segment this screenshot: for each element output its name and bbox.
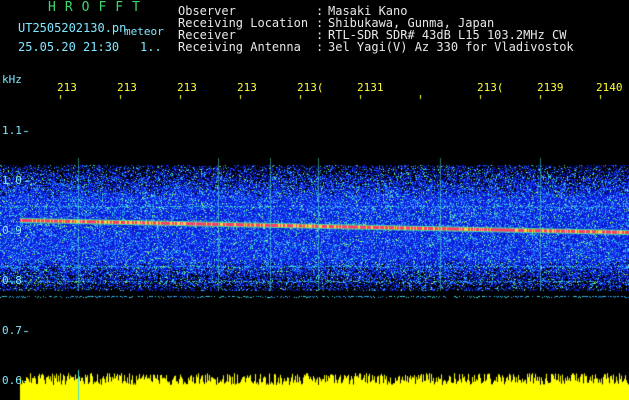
x-tick-label: 213 <box>237 81 257 94</box>
y-tick-label: 0.6 <box>2 374 22 387</box>
y-tick-label: 0.8 <box>2 274 22 287</box>
meteor-label: meteor <box>124 25 164 38</box>
x-tick-label: 213 <box>57 81 77 94</box>
x-tick-label: 213( <box>477 81 504 94</box>
spectrogram-window: HROFFT UT2505202130.pn meteor 25.05.20 2… <box>0 0 629 400</box>
y-axis-unit: kHz <box>2 73 22 86</box>
hrofft-logo: HROFFT <box>48 0 149 15</box>
spectrogram-canvas <box>0 95 629 400</box>
file-name: UT2505202130.pn <box>18 21 127 35</box>
y-tick-label: 1.1 <box>2 124 22 137</box>
x-tick-label: 213( <box>297 81 324 94</box>
capture-datetime: 25.05.20 21:30 <box>18 40 120 54</box>
y-tick-label: 0.7 <box>2 324 22 337</box>
x-tick-label: 2140 <box>596 81 623 94</box>
x-tick-label: 213 <box>177 81 197 94</box>
x-tick-label: 213 <box>117 81 137 94</box>
antenna-label: Receiving Antenna <box>178 40 301 54</box>
x-tick-label: 2139 <box>537 81 564 94</box>
meteor-count: 1.. <box>140 40 162 54</box>
y-tick-label: 1.0 <box>2 174 22 187</box>
antenna-value: 3el Yagi(V) Az 330 for Vladivostok <box>328 40 574 54</box>
antenna-colon: : <box>316 40 324 54</box>
x-tick-label: 2131 <box>357 81 384 94</box>
y-tick-label: 0.9 <box>2 224 22 237</box>
